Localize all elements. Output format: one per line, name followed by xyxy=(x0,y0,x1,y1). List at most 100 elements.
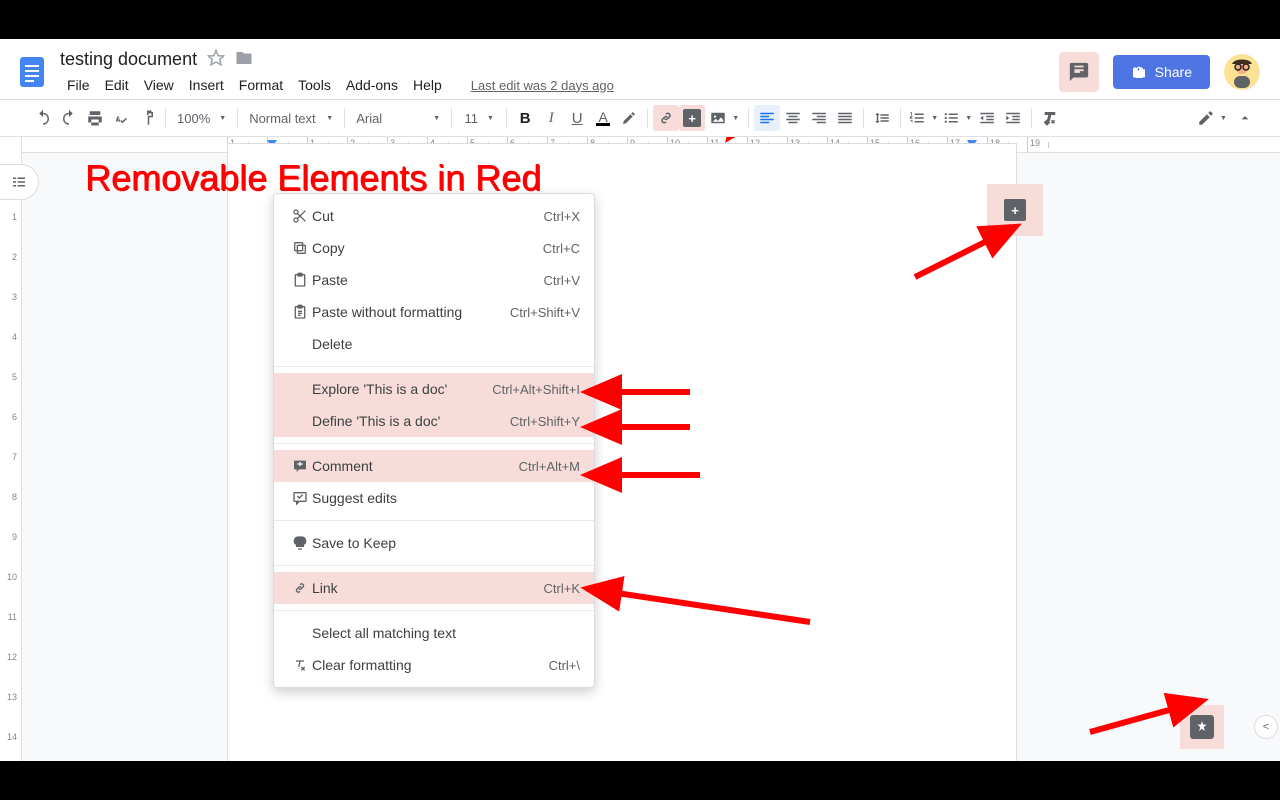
cut-icon xyxy=(288,208,312,224)
menu-format[interactable]: Format xyxy=(232,73,290,97)
menu-insert[interactable]: Insert xyxy=(182,73,231,97)
context-menu-item[interactable]: LinkCtrl+K xyxy=(274,572,594,604)
menu-bar: File Edit View Insert Format Tools Add-o… xyxy=(60,73,1059,97)
text-color-button[interactable]: A xyxy=(590,105,616,131)
share-button[interactable]: Share xyxy=(1113,55,1210,89)
increase-indent-button[interactable] xyxy=(1000,105,1026,131)
context-menu-label: Clear formatting xyxy=(312,657,549,673)
menu-file[interactable]: File xyxy=(60,73,97,97)
italic-button[interactable]: I xyxy=(538,105,564,131)
spellcheck-button[interactable] xyxy=(108,105,134,131)
share-label: Share xyxy=(1155,64,1192,80)
account-avatar[interactable] xyxy=(1224,54,1260,90)
context-menu-label: Link xyxy=(312,580,544,596)
link-icon xyxy=(288,580,312,596)
context-menu-shortcut: Ctrl+Alt+M xyxy=(519,459,580,474)
context-menu-shortcut: Ctrl+Shift+Y xyxy=(510,414,580,429)
context-menu-shortcut: Ctrl+X xyxy=(544,209,580,224)
menu-help[interactable]: Help xyxy=(406,73,449,97)
menu-edit[interactable]: Edit xyxy=(98,73,136,97)
context-menu-label: Define 'This is a doc' xyxy=(312,413,510,429)
toolbar: 100% Normal text Arial 11 B I U A + xyxy=(0,99,1280,137)
insert-image-button[interactable] xyxy=(705,105,743,131)
context-menu-item[interactable]: Select all matching text xyxy=(274,617,594,649)
context-menu-shortcut: Ctrl+Alt+Shift+I xyxy=(492,382,580,397)
context-menu-label: Paste without formatting xyxy=(312,304,510,320)
context-menu-shortcut: Ctrl+Shift+V xyxy=(510,305,580,320)
context-menu-shortcut: Ctrl+\ xyxy=(549,658,580,673)
context-menu-item[interactable]: PasteCtrl+V xyxy=(274,264,594,296)
context-menu-label: Cut xyxy=(312,208,544,224)
paste-icon xyxy=(288,272,312,288)
context-menu-item[interactable]: Explore 'This is a doc'Ctrl+Alt+Shift+I xyxy=(274,373,594,405)
star-icon[interactable] xyxy=(207,49,225,70)
folder-icon[interactable] xyxy=(235,49,253,70)
context-menu-shortcut: Ctrl+K xyxy=(544,581,580,596)
context-menu-label: Copy xyxy=(312,240,543,256)
context-menu-item[interactable]: CommentCtrl+Alt+M xyxy=(274,450,594,482)
redo-button[interactable] xyxy=(56,105,82,131)
context-menu-label: Explore 'This is a doc' xyxy=(312,381,492,397)
last-edit-link[interactable]: Last edit was 2 days ago xyxy=(464,74,621,97)
undo-button[interactable] xyxy=(30,105,56,131)
align-center-button[interactable] xyxy=(780,105,806,131)
editing-mode-button[interactable] xyxy=(1192,105,1232,131)
bold-button[interactable]: B xyxy=(512,105,538,131)
context-menu-item[interactable]: Suggest edits xyxy=(274,482,594,514)
context-menu-item[interactable]: Define 'This is a doc'Ctrl+Shift+Y xyxy=(274,405,594,437)
decrease-indent-button[interactable] xyxy=(974,105,1000,131)
paint-format-button[interactable] xyxy=(134,105,160,131)
align-right-button[interactable] xyxy=(806,105,832,131)
editor-area: 112345678910111213141516171819 123456789… xyxy=(0,137,1280,761)
docs-header: testing document File Edit View Insert F… xyxy=(0,39,1280,99)
styles-dropdown[interactable]: Normal text xyxy=(243,105,339,131)
context-menu-item[interactable]: CutCtrl+X xyxy=(274,200,594,232)
menu-view[interactable]: View xyxy=(137,73,181,97)
context-menu-item[interactable]: Paste without formattingCtrl+Shift+V xyxy=(274,296,594,328)
numbered-list-button[interactable] xyxy=(906,105,940,131)
insert-link-button[interactable] xyxy=(653,105,679,131)
zoom-dropdown[interactable]: 100% xyxy=(171,105,232,131)
comment-icon xyxy=(288,458,312,474)
font-size-dropdown[interactable]: 11 xyxy=(457,105,501,131)
context-menu-item[interactable]: Clear formattingCtrl+\ xyxy=(274,649,594,681)
document-title[interactable]: testing document xyxy=(60,49,197,70)
outline-toggle-button[interactable] xyxy=(0,164,39,200)
clear-icon xyxy=(288,657,312,673)
context-menu-label: Delete xyxy=(312,336,580,352)
menu-addons[interactable]: Add-ons xyxy=(339,73,405,97)
print-button[interactable] xyxy=(82,105,108,131)
context-menu-item[interactable]: CopyCtrl+C xyxy=(274,232,594,264)
highlight-button[interactable] xyxy=(616,105,642,131)
clear-formatting-button[interactable] xyxy=(1037,105,1063,131)
context-menu-item[interactable]: Delete xyxy=(274,328,594,360)
side-panel-toggle[interactable]: < xyxy=(1254,715,1278,739)
font-dropdown[interactable]: Arial xyxy=(350,105,446,131)
suggest-icon xyxy=(288,490,312,506)
menu-tools[interactable]: Tools xyxy=(291,73,338,97)
context-menu-shortcut: Ctrl+C xyxy=(543,241,580,256)
context-menu-item[interactable]: Save to Keep xyxy=(274,527,594,559)
plus-icon: + xyxy=(1004,199,1026,221)
paste-plain-icon xyxy=(288,304,312,320)
docs-logo[interactable] xyxy=(12,52,52,92)
underline-button[interactable]: U xyxy=(564,105,590,131)
insert-comment-button[interactable]: + xyxy=(679,105,705,131)
title-area: testing document File Edit View Insert F… xyxy=(60,47,1059,97)
copy-icon xyxy=(288,240,312,256)
context-menu-label: Comment xyxy=(312,458,519,474)
open-comments-button[interactable] xyxy=(1059,52,1099,92)
line-spacing-button[interactable] xyxy=(869,105,895,131)
margin-add-comment-button[interactable]: + xyxy=(987,184,1043,236)
context-menu-label: Suggest edits xyxy=(312,490,580,506)
context-menu: CutCtrl+XCopyCtrl+CPasteCtrl+VPaste with… xyxy=(273,193,595,688)
context-menu-label: Select all matching text xyxy=(312,625,580,641)
explore-button[interactable] xyxy=(1180,705,1224,749)
collapse-toolbar-button[interactable] xyxy=(1232,105,1258,131)
vertical-ruler[interactable]: 1234567891011121314 xyxy=(0,137,22,761)
align-left-button[interactable] xyxy=(754,105,780,131)
explore-icon xyxy=(1190,715,1214,739)
context-menu-label: Paste xyxy=(312,272,544,288)
bulleted-list-button[interactable] xyxy=(940,105,974,131)
align-justify-button[interactable] xyxy=(832,105,858,131)
